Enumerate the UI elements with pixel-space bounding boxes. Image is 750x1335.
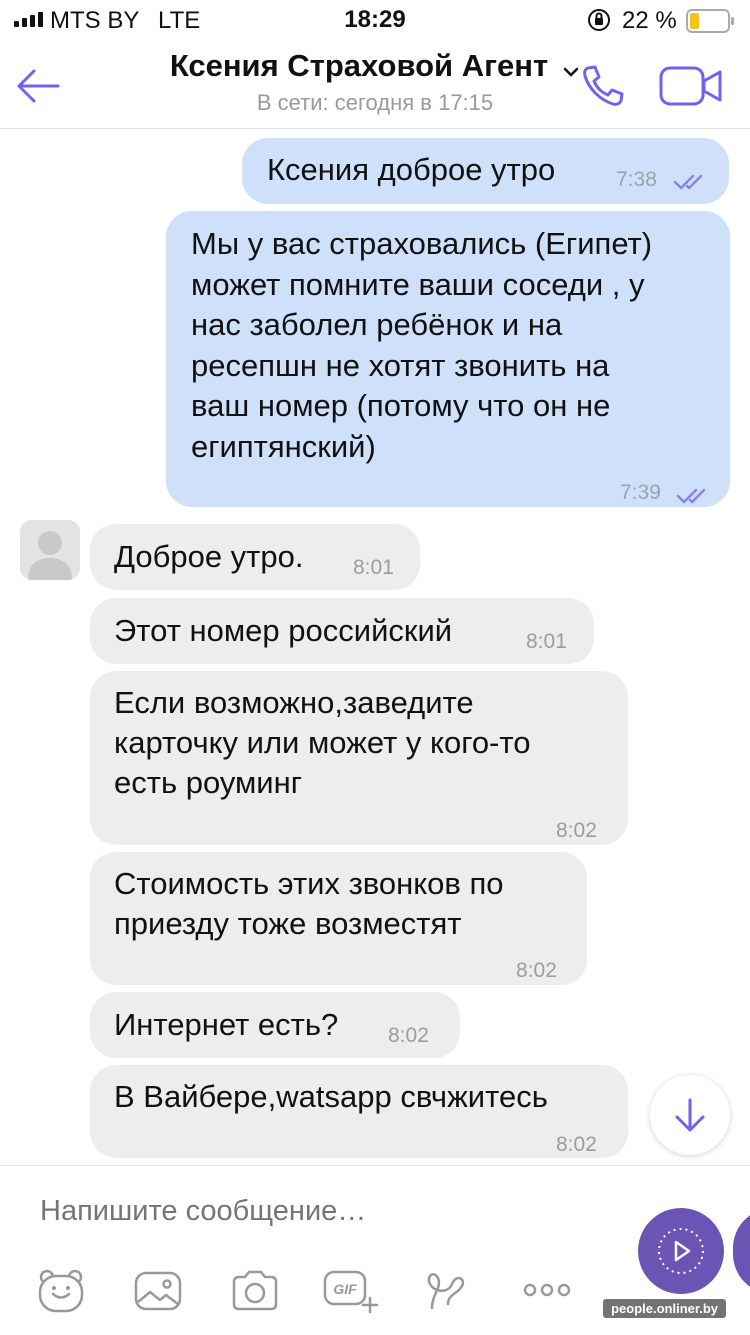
message-input[interactable] bbox=[30, 1184, 630, 1238]
message-time: 7:38 bbox=[616, 168, 657, 191]
send-voice-button[interactable] bbox=[638, 1208, 724, 1294]
battery-icon bbox=[686, 9, 736, 40]
call-icon[interactable] bbox=[580, 62, 626, 113]
message-time: 8:01 bbox=[526, 630, 567, 653]
battery-percent: 22 % bbox=[622, 7, 677, 34]
camera-icon[interactable] bbox=[230, 1268, 280, 1312]
message-time: 8:01 bbox=[353, 556, 394, 579]
video-call-icon[interactable] bbox=[658, 64, 724, 113]
doodle-icon[interactable] bbox=[422, 1268, 472, 1312]
gallery-icon[interactable] bbox=[133, 1270, 183, 1312]
message-bubble-incoming[interactable]: Интернет есть? 8:02 bbox=[90, 992, 460, 1058]
message-text: Ксения доброе утро bbox=[267, 152, 556, 187]
message-bubble-outgoing[interactable]: Мы у вас страховались (Египет) может пом… bbox=[166, 211, 730, 507]
message-time: 8:02 bbox=[556, 819, 597, 842]
arrow-down-icon bbox=[675, 1098, 705, 1132]
chat-header: Ксения Страховой Агент В сети: сегодня в… bbox=[0, 40, 750, 129]
message-bubble-incoming[interactable]: Этот номер российский 8:01 bbox=[90, 598, 594, 664]
presence-status: В сети: сегодня в 17:15 bbox=[256, 90, 494, 115]
message-time: 8:02 bbox=[388, 1024, 429, 1047]
message-text: Этот номер российский bbox=[114, 613, 453, 648]
watermark: people.onliner.by bbox=[603, 1299, 726, 1318]
play-icon bbox=[658, 1228, 704, 1274]
sticker-icon[interactable] bbox=[36, 1268, 86, 1314]
user-placeholder-icon bbox=[28, 531, 72, 580]
message-text: Если возможно,заведите карточку или може… bbox=[114, 685, 531, 800]
secondary-action-button[interactable] bbox=[733, 1208, 750, 1294]
more-icon[interactable] bbox=[522, 1282, 572, 1298]
message-bubble-incoming[interactable]: Если возможно,заведите карточку или може… bbox=[90, 671, 628, 845]
message-text: Стоимость этих звонков по приезду тоже в… bbox=[114, 866, 504, 941]
message-time: 8:02 bbox=[516, 959, 557, 982]
message-bubble-outgoing[interactable]: Ксения доброе утро 7:38 bbox=[242, 138, 729, 204]
gif-icon[interactable]: GIF bbox=[322, 1268, 378, 1314]
orientation-lock-icon bbox=[587, 8, 611, 39]
avatar[interactable] bbox=[20, 520, 80, 580]
read-checkmarks-icon bbox=[676, 475, 710, 516]
message-bubble-incoming[interactable]: Стоимость этих звонков по приезду тоже в… bbox=[90, 852, 587, 985]
contact-name[interactable]: Ксения Страховой Агент bbox=[0, 48, 750, 86]
message-time: 7:39 bbox=[620, 481, 661, 504]
chevron-down-icon[interactable] bbox=[562, 50, 580, 86]
message-text: В Вайбере,watsapp свчжитесь bbox=[114, 1079, 548, 1114]
scroll-to-bottom-button[interactable] bbox=[650, 1075, 730, 1155]
message-text: Мы у вас страховались (Египет) может пом… bbox=[191, 226, 653, 464]
read-checkmarks-icon bbox=[673, 161, 707, 202]
message-time: 8:02 bbox=[556, 1133, 597, 1156]
gif-label: GIF bbox=[333, 1281, 357, 1297]
message-text: Доброе утро. bbox=[114, 539, 304, 574]
message-text: Интернет есть? bbox=[114, 1007, 339, 1042]
message-bubble-incoming[interactable]: Доброе утро. 8:01 bbox=[90, 524, 420, 590]
status-bar: MTS BY LTE 18:29 22 % bbox=[0, 0, 750, 40]
message-bubble-incoming[interactable]: В Вайбере,watsapp свчжитесь 8:02 bbox=[90, 1065, 628, 1158]
